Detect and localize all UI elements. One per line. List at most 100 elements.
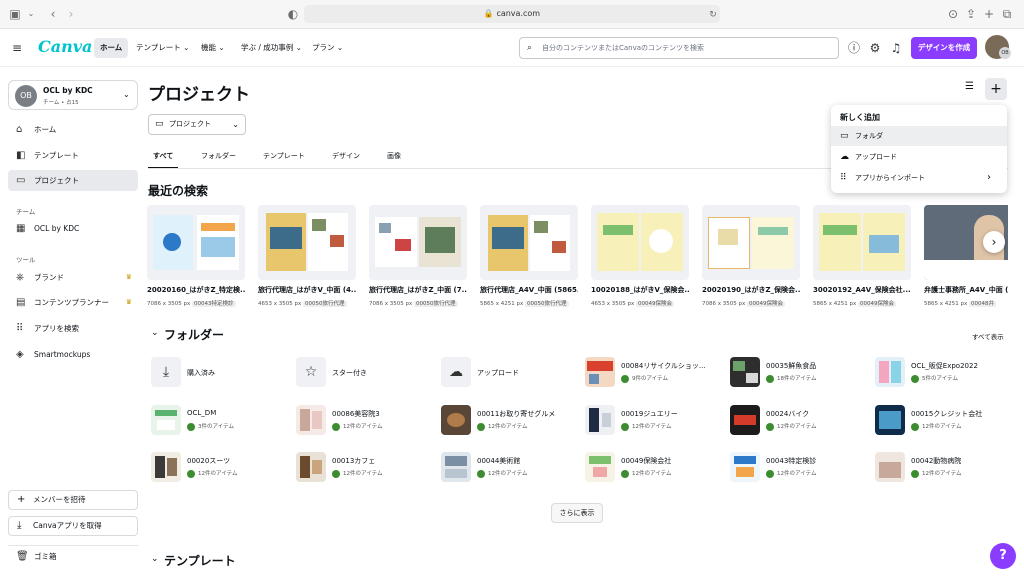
address-bar[interactable]: 🔒 canva.com — [304, 5, 720, 23]
get-app-button[interactable]: ⤓ Canvaアプリを取得 — [8, 516, 138, 536]
folder-thumbnail — [730, 452, 760, 482]
folder-item[interactable]: 00019ジュエリー 12件のアイテム — [585, 405, 715, 435]
forward-icon[interactable]: › — [64, 7, 78, 21]
show-all-link[interactable]: すべて表示 — [972, 331, 1004, 341]
folder-item[interactable]: 00043特定検診 12件のアイテム — [730, 452, 860, 482]
chevron-down-icon[interactable]: ⌄ — [151, 328, 159, 338]
nav-learn[interactable]: 学ぶ / 成功事例 ⌄ — [235, 38, 308, 58]
nav-home[interactable]: ホーム — [94, 38, 129, 58]
recent-heading: 最近の検索 — [148, 184, 209, 198]
folder-item[interactable]: 00013カフェ 12件のアイテム — [296, 452, 426, 482]
sidebar-item-projects[interactable]: ▭ プロジェクト — [8, 170, 138, 191]
invite-members-button[interactable]: + メンバーを招待 — [8, 490, 138, 510]
new-tab-icon[interactable]: + — [982, 7, 996, 21]
sidebar-item-planner[interactable]: ▤ コンテンツプランナー ♛ — [8, 292, 138, 313]
folder-sub: 12件のアイテム — [766, 469, 816, 478]
download-icon: ⤓ — [162, 364, 170, 380]
privacy-shield-icon[interactable]: ◐ — [286, 7, 300, 21]
folder-item[interactable]: 00015クレジット会社 12件のアイテム — [875, 405, 1005, 435]
menu-icon[interactable]: ≡ — [9, 40, 25, 56]
bell-icon[interactable]: ♫ — [888, 40, 904, 56]
sidebar-item-templates[interactable]: ◧ テンプレート — [8, 145, 138, 166]
tab-folders[interactable]: フォルダー — [201, 151, 236, 161]
folder-item[interactable]: 00042動物病院 12件のアイテム — [875, 452, 1005, 482]
chevron-down-icon[interactable]: ⌄ — [151, 554, 159, 564]
gear-icon[interactable]: ⚙ — [867, 40, 883, 56]
reload-icon[interactable]: ↻ — [706, 8, 720, 22]
project-filter-dropdown[interactable]: ▭ プロジェクト ⌄ — [148, 114, 246, 135]
sidebar-item-brand[interactable]: ⎈ ブランド ♛ — [8, 267, 138, 288]
page-title: プロジェクト — [148, 85, 250, 105]
sidebar-item-trash[interactable]: 🗑 ゴミ箱 — [8, 546, 138, 567]
menu-item-import[interactable]: ⠿ アプリからインポート › — [831, 168, 1007, 188]
back-icon[interactable]: ‹ — [46, 7, 60, 21]
folder-thumbnail — [585, 452, 615, 482]
tab-templates[interactable]: テンプレート — [263, 151, 305, 161]
folder-item[interactable]: 00049保険会社 12件のアイテム — [585, 452, 715, 482]
folder-sub: 12件のアイテム — [332, 422, 382, 431]
folder-item[interactable]: ☆ スター付き — [296, 357, 426, 387]
folder-sub: 18件のアイテム — [766, 374, 816, 383]
menu-item-upload[interactable]: ☁ アップロード — [831, 147, 1007, 167]
folder-thumbnail — [296, 405, 326, 435]
show-more-button[interactable]: さらに表示 — [551, 503, 603, 523]
folder-item[interactable]: OCL_販促Expo2022 5件のアイテム — [875, 357, 1005, 387]
folder-item[interactable]: ⤓ 購入済み — [151, 357, 281, 387]
chevron-down-icon[interactable]: ⌄ — [24, 7, 38, 21]
help-icon[interactable]: ⓘ — [846, 40, 862, 56]
nav-templates[interactable]: テンプレート ⌄ — [130, 38, 195, 58]
design-card[interactable]: 20020190_はがきZ_保険会... 7086 x 3505 px 0004… — [702, 205, 800, 307]
design-card[interactable]: 旅行代理店_はがきZ_中面 (7... 7086 x 3505 px 00050… — [369, 205, 467, 307]
browser-toolbar: ▣ ⌄ ‹ › ◐ 🔒 canva.com ↻ ⊙ ⇪ + ⧉ — [0, 0, 1024, 29]
design-card[interactable]: 20020160_はがきZ_特定検... 7086 x 3505 px 0004… — [147, 205, 245, 307]
folder-item[interactable]: 00024バイク 12件のアイテム — [730, 405, 860, 435]
design-card[interactable]: 30020192_A4V_保険会社... 5865 x 4251 px 0004… — [813, 205, 911, 307]
folder-item[interactable]: 00044美術館 12件のアイテム — [441, 452, 571, 482]
design-card[interactable]: 弁護士事務所_A4V_中面 (5 5865 x 4251 px 00048弁 — [924, 205, 1008, 307]
menu-item-folder[interactable]: ▭ フォルダ — [831, 126, 1007, 146]
help-button[interactable]: ? — [990, 543, 1016, 569]
nav-features[interactable]: 機能 ⌄ — [195, 38, 231, 58]
design-title: 旅行代理店_はがきV_中面 (4... — [258, 286, 356, 294]
sidebar-item-smartmockups[interactable]: ◈ Smartmockups — [8, 344, 138, 365]
tab-designs[interactable]: デザイン — [332, 151, 360, 161]
team-sub: チーム • 占15 — [43, 100, 79, 106]
folder-item[interactable]: 00020スーツ 12件のアイテム — [151, 452, 281, 482]
folder-thumbnail — [875, 452, 905, 482]
share-icon[interactable]: ⇪ — [964, 7, 978, 21]
filter-label: プロジェクト — [169, 120, 211, 128]
carousel-next-button[interactable]: › — [983, 231, 1005, 253]
design-card[interactable]: 旅行代理店_はがきV_中面 (4... 4653 x 3505 px 00050… — [258, 205, 356, 307]
folder-item[interactable]: 00011お取り寄せグルメ 12件のアイテム — [441, 405, 571, 435]
design-card[interactable]: 旅行代理店_A4V_中面 (5865... 5865 x 4251 px 000… — [480, 205, 578, 307]
design-meta: 7086 x 3505 px 00050旅行代理 — [369, 301, 458, 307]
design-card[interactable]: 10020188_はがきV_保険会... 4653 x 3505 px 0004… — [591, 205, 689, 307]
sidebar-item-team[interactable]: ▦ OCL by KDC — [8, 218, 138, 239]
cloud-upload-icon: ☁ — [449, 364, 463, 380]
tab-images[interactable]: 画像 — [387, 151, 401, 161]
search-input[interactable]: ⌕ 自分のコンテンツまたはCanvaのコンテンツを検索 — [519, 37, 839, 59]
tab-all[interactable]: すべて — [153, 151, 173, 161]
team-switcher[interactable]: OB OCL by KDC チーム • 占15 ⌄ — [8, 80, 138, 110]
download-icon[interactable]: ⊙ — [946, 7, 960, 21]
avatar[interactable]: OB — [985, 35, 1011, 59]
tabs-overview-icon[interactable]: ⧉ — [1000, 7, 1014, 21]
folder-item[interactable]: OCL_DM 3件のアイテム — [151, 405, 281, 435]
folder-item[interactable]: 00035鮮魚食品 18件のアイテム — [730, 357, 860, 387]
folder-item[interactable]: 00086美容院3 12件のアイテム — [296, 405, 426, 435]
folder-item[interactable]: ☁ アップロード — [441, 357, 571, 387]
create-design-button[interactable]: デザインを作成 — [911, 37, 977, 59]
canva-logo[interactable]: Canva — [38, 37, 92, 56]
sidebar-item-label: プロジェクト — [34, 176, 79, 185]
folder-thumbnail: ⤓ — [151, 357, 181, 387]
add-new-button[interactable]: + — [985, 78, 1007, 100]
sidebar-item-apps[interactable]: ⠿ アプリを検索 — [8, 318, 138, 339]
sidebar-toggle-icon[interactable]: ▣ — [8, 7, 22, 21]
list-view-icon[interactable]: ☰ — [965, 81, 974, 92]
top-navigation: ≡ Canva ホーム テンプレート ⌄ 機能 ⌄ 学ぶ / 成功事例 ⌄ プラ… — [0, 29, 1024, 67]
nav-plans[interactable]: プラン ⌄ — [306, 38, 349, 58]
add-new-menu: 新しく追加 ▭ フォルダ ☁ アップロード ⠿ アプリからインポート › — [831, 105, 1007, 193]
folder-item[interactable]: 00084リサイクルショッ... 9件のアイテム — [585, 357, 715, 387]
sidebar-item-home[interactable]: ⌂ ホーム — [8, 119, 138, 140]
design-meta: 5865 x 4251 px 00048弁 — [924, 301, 996, 307]
